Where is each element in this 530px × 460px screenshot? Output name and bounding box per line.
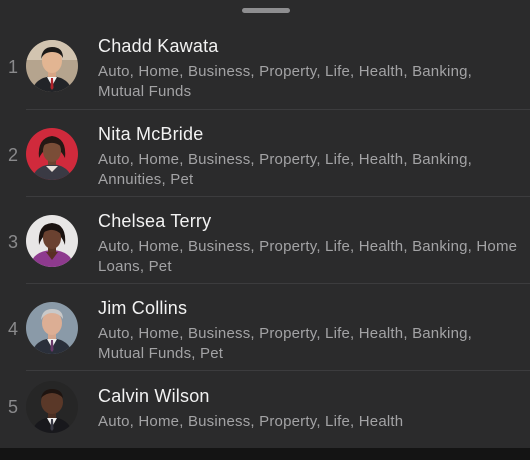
advisor-row-calvin-wilson[interactable]: 5 Calvin Wilson Auto, Home, Business, Pr… — [0, 371, 530, 445]
advisor-row-nita-mcbride[interactable]: 2 Nita McBride Auto, Home, Business, Pro… — [0, 110, 530, 197]
avatar — [26, 128, 78, 180]
rank-number: 1 — [7, 57, 18, 77]
advisor-name: Calvin Wilson — [98, 386, 210, 406]
rank-number: 4 — [7, 319, 18, 339]
advisor-specialties: Auto, Home, Business, Property, Life, He… — [98, 325, 473, 362]
bottom-sheet: 1 Chadd Kawata Auto, Home, Business, Pro… — [0, 0, 530, 448]
avatar — [26, 215, 78, 267]
advisor-specialties: Auto, Home, Business, Property, Life, He… — [98, 413, 404, 430]
advisor-row-jim-collins[interactable]: 4 Jim Collins Auto, Home, Business, Prop… — [0, 284, 530, 371]
advisor-specialties: Auto, Home, Business, Property, Life, He… — [98, 63, 473, 100]
advisor-name: Nita McBride — [98, 124, 204, 144]
advisor-specialties: Auto, Home, Business, Property, Life, He… — [98, 238, 518, 275]
advisor-specialties: Auto, Home, Business, Property, Life, He… — [98, 151, 473, 188]
bottom-edge — [0, 448, 530, 460]
advisor-row-chelsea-terry[interactable]: 3 Chelsea Terry Auto, Home, Business, Pr… — [0, 197, 530, 284]
rank-number: 2 — [7, 145, 18, 165]
rank-number: 3 — [7, 232, 18, 252]
sheet-grabber-handle[interactable] — [242, 8, 290, 13]
avatar — [26, 302, 78, 354]
avatar — [26, 40, 78, 92]
avatar — [26, 381, 78, 433]
rank-number: 5 — [7, 397, 18, 417]
advisor-name: Jim Collins — [98, 298, 188, 318]
advisor-name: Chelsea Terry — [98, 211, 212, 231]
advisor-name: Chadd Kawata — [98, 36, 219, 56]
advisor-list: 1 Chadd Kawata Auto, Home, Business, Pro… — [0, 22, 530, 445]
advisor-row-chadd-kawata[interactable]: 1 Chadd Kawata Auto, Home, Business, Pro… — [0, 22, 530, 110]
